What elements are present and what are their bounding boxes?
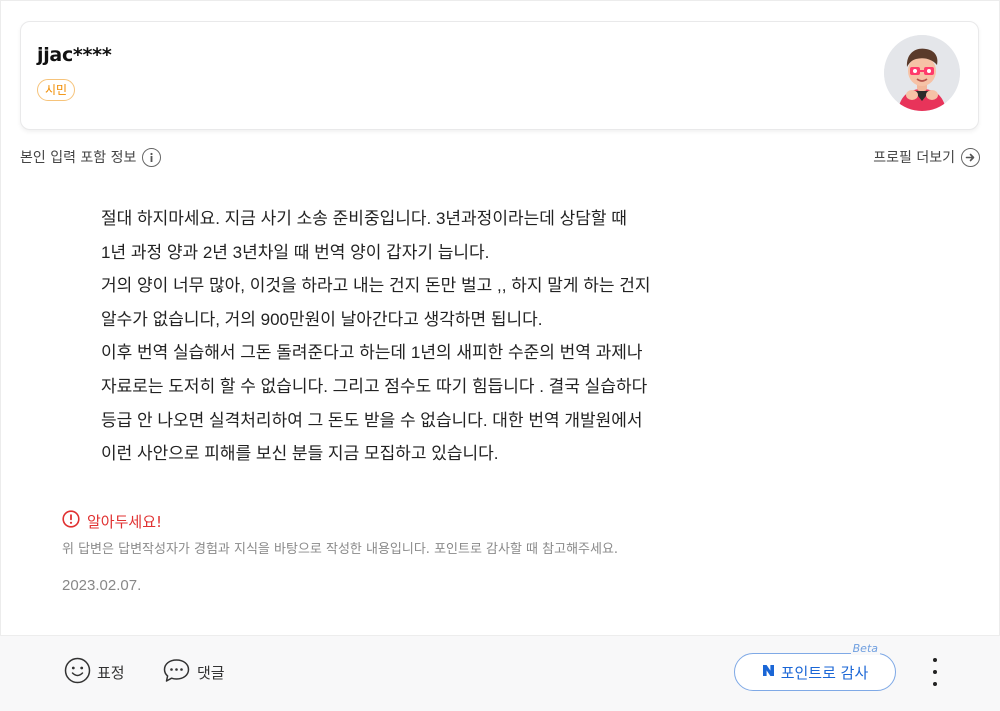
profile-card: jjac**** 시민 bbox=[20, 21, 979, 130]
answer-line: 등급 안 나오면 실격처리하여 그 돈도 받을 수 없습니다. 대한 번역 개발… bbox=[101, 410, 643, 430]
info-icon[interactable] bbox=[142, 147, 162, 167]
character-avatar-icon[interactable] bbox=[884, 35, 960, 111]
expression-button[interactable]: 표정 bbox=[64, 657, 125, 687]
smile-icon bbox=[64, 657, 91, 688]
dot bbox=[933, 658, 937, 662]
comment-button[interactable]: 댓글 bbox=[162, 657, 225, 687]
self-input-info[interactable]: 본인 입력 포함 정보 bbox=[20, 147, 162, 167]
notice-title-row: 알아두세요! bbox=[62, 510, 962, 532]
notice-text: 위 답변은 답변작성자가 경험과 지식을 바탕으로 작성한 내용입니다. 포인트… bbox=[62, 542, 619, 557]
answer-line: 이런 사안으로 피해를 보신 분들 지금 모집하고 있습니다. bbox=[101, 444, 499, 464]
dot bbox=[933, 682, 937, 686]
answer-date: 2023.02.07. bbox=[62, 577, 142, 594]
notice-title: 알아두세요! bbox=[87, 512, 163, 531]
more-options-icon[interactable] bbox=[925, 658, 945, 686]
self-input-info-label: 본인 입력 포함 정보 bbox=[20, 150, 137, 166]
profile-info-row: 본인 입력 포함 정보 프로필 더보기 bbox=[20, 147, 980, 169]
exclamation-circle-icon bbox=[62, 510, 80, 532]
point-thanks-button[interactable]: Beta 포인트로 감사 bbox=[734, 642, 896, 691]
answer-line: 1년 과정 양과 2년 3년차일 때 번역 양이 갑자기 늡니다. bbox=[101, 242, 490, 262]
beta-tag: Beta bbox=[850, 642, 880, 655]
answer-line: 이후 번역 실습해서 그돈 돌려준다고 하는데 1년의 새피한 수준의 번역 과… bbox=[101, 343, 643, 363]
grade-badge: 시민 bbox=[37, 79, 76, 101]
answer-line: 알수가 없습니다, 거의 900만원이 날아간다고 생각하면 됩니다. bbox=[101, 309, 543, 329]
answer-line: 거의 양이 너무 많아, 이것을 하라고 내는 건지 돈만 벌고 ,, 하지 말… bbox=[101, 276, 651, 296]
answer-line: 자료로는 도저히 할 수 없습니다. 그리고 점수도 따기 힘듭니다 . 결국 … bbox=[101, 376, 648, 396]
username[interactable]: jjac**** bbox=[37, 44, 112, 66]
dot bbox=[933, 670, 937, 674]
more-profile-label: 프로필 더보기 bbox=[873, 150, 955, 166]
naver-n-icon bbox=[762, 663, 775, 681]
comment-label: 댓글 bbox=[197, 663, 225, 682]
answer-content: 절대 하지마세요. 지금 사기 소송 준비중입니다. 3년과정이라는데 상담할 … bbox=[101, 202, 741, 471]
action-bar: 표정 댓글 Beta 포인트로 감사 bbox=[0, 635, 1000, 711]
more-profile-link[interactable]: 프로필 더보기 bbox=[873, 147, 980, 167]
arrow-right-circle-icon bbox=[961, 147, 980, 167]
expression-label: 표정 bbox=[97, 663, 125, 682]
speech-bubble-icon bbox=[162, 657, 191, 688]
answer-line: 절대 하지마세요. 지금 사기 소송 준비중입니다. 3년과정이라는데 상담할 … bbox=[101, 209, 627, 228]
point-thanks-label: 포인트로 감사 bbox=[780, 663, 869, 682]
notice-box: 알아두세요! 위 답변은 답변작성자가 경험과 지식을 바탕으로 작성한 내용입… bbox=[62, 510, 962, 557]
